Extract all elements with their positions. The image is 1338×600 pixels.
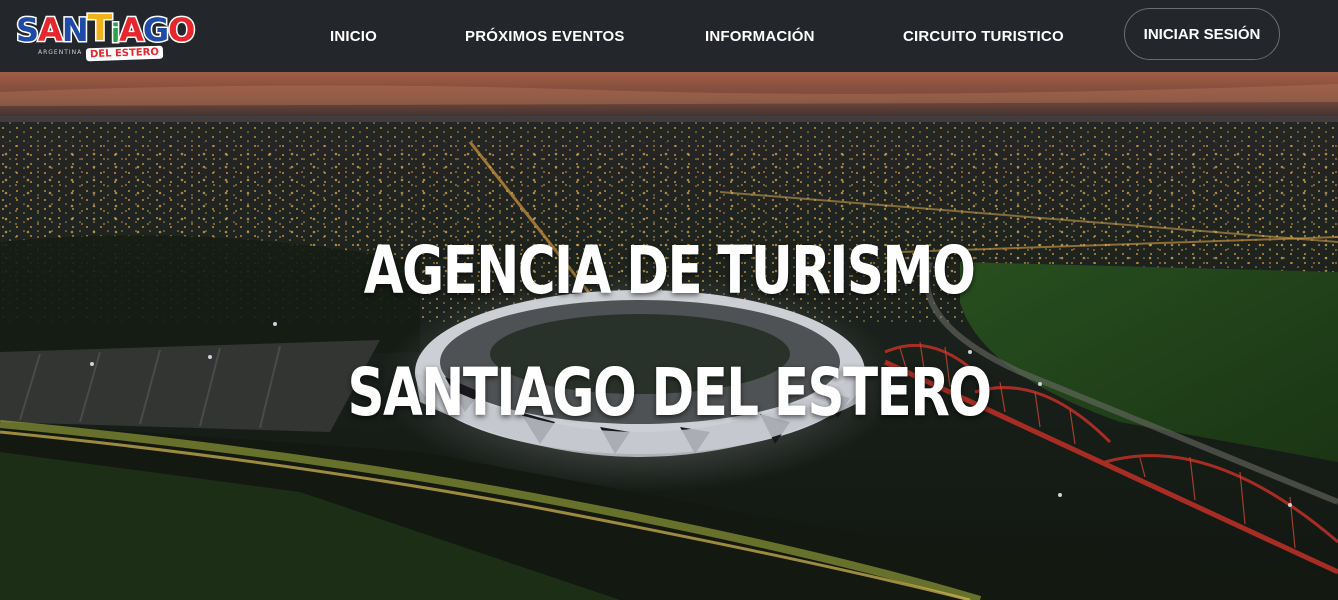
- nav-inicio[interactable]: INICIO: [330, 0, 377, 72]
- hero-title-line2: SANTIAGO DEL ESTERO: [347, 354, 993, 431]
- nav-proximos-eventos[interactable]: PRÓXIMOS EVENTOS: [465, 0, 625, 72]
- logo-wordmark: SANTiAGO: [14, 7, 197, 51]
- logo-letter: A: [37, 10, 65, 51]
- logo-letter: A: [118, 10, 146, 51]
- nav-informacion[interactable]: INFORMACIÓN: [705, 0, 815, 72]
- hero-section: AGENCIA DE TURISMO SANTIAGO DEL ESTERO: [0, 72, 1338, 600]
- logo-letter: S: [14, 10, 40, 51]
- logo-letter: T: [86, 7, 113, 51]
- logo-letter: i: [110, 18, 122, 51]
- top-navbar: SANTiAGO ARGENTINA DEL ESTERO INICIO PRÓ…: [0, 0, 1338, 72]
- logo-letter: G: [141, 10, 170, 51]
- logo-letter: O: [167, 10, 197, 51]
- santiago-logo[interactable]: SANTiAGO ARGENTINA DEL ESTERO: [14, 7, 197, 62]
- nav-circuito-turistico[interactable]: CIRCUITO TURISTICO: [903, 0, 1064, 72]
- logo-badge: DEL ESTERO: [85, 45, 164, 62]
- hero-title-line1: AGENCIA DE TURISMO: [363, 232, 976, 309]
- hero-background-image: [0, 72, 1338, 600]
- login-button[interactable]: INICIAR SESIÓN: [1124, 8, 1280, 60]
- logo-letter: N: [60, 10, 90, 51]
- logo-country: ARGENTINA: [38, 49, 83, 56]
